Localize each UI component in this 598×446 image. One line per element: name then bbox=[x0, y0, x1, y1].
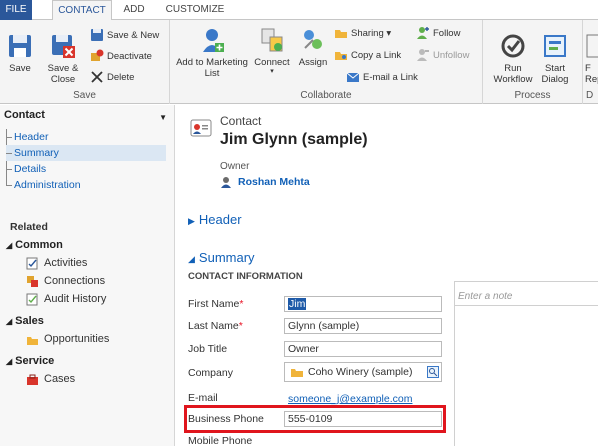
save-group: Save Save & Close Save & New Deactivate … bbox=[0, 20, 170, 104]
tab-add[interactable]: ADD bbox=[116, 0, 152, 20]
email-link-icon bbox=[346, 73, 360, 83]
collapsed-triangle-icon: ▶ bbox=[188, 216, 195, 226]
nav-item-header[interactable]: Header bbox=[6, 129, 166, 145]
run-workflow-button[interactable]: Run Workflow bbox=[493, 24, 533, 85]
company-label: Company bbox=[188, 367, 233, 379]
partial-group-label: D bbox=[586, 90, 594, 101]
nav-item-summary[interactable]: Summary bbox=[6, 145, 166, 161]
save-close-icon bbox=[52, 35, 75, 58]
first-name-label: First Name* bbox=[188, 298, 244, 310]
expand-triangle-icon: ◢ bbox=[6, 241, 13, 250]
mobile-phone-label: Mobile Phone bbox=[188, 435, 253, 446]
collaborate-group-label: Collaborate bbox=[300, 90, 352, 101]
opportunities-icon bbox=[27, 336, 38, 345]
unfollow-button[interactable]: Unfollow bbox=[416, 48, 469, 64]
contact-form: Contact Jim Glynn (sample) Owner Roshan … bbox=[176, 105, 598, 446]
activities-icon bbox=[26, 257, 38, 270]
owner-link[interactable]: Roshan Mehta bbox=[238, 176, 310, 188]
save-new-icon bbox=[91, 29, 103, 42]
save-button[interactable]: Save bbox=[6, 24, 34, 74]
assign-icon bbox=[304, 30, 322, 49]
delete-button[interactable]: Delete bbox=[90, 70, 134, 86]
add-to-marketing-list-button[interactable]: Add to Marketing List bbox=[174, 24, 250, 79]
sharing-button[interactable]: Sharing ▾ bbox=[334, 26, 391, 42]
tab-customize[interactable]: CUSTOMIZE bbox=[160, 0, 230, 20]
related-item-connections[interactable]: Connections bbox=[26, 273, 105, 289]
start-dialog-button[interactable]: Start Dialog bbox=[537, 24, 573, 85]
assign-button[interactable]: Assign bbox=[296, 24, 330, 68]
left-navigation: Contact ▼ Header Summary Details Adminis… bbox=[0, 105, 175, 446]
related-item-audit-history[interactable]: Audit History bbox=[26, 291, 106, 307]
save-icon bbox=[9, 35, 31, 57]
chevron-down-icon: ▼ bbox=[159, 113, 167, 122]
follow-button[interactable]: Follow bbox=[416, 26, 460, 42]
deactivate-button[interactable]: Deactivate bbox=[90, 49, 152, 65]
user-icon bbox=[221, 177, 231, 188]
related-group-service[interactable]: ◢ Service bbox=[6, 355, 54, 367]
audit-history-icon bbox=[26, 293, 38, 306]
nav-item-administration[interactable]: Administration bbox=[6, 177, 166, 193]
expand-triangle-icon: ◢ bbox=[6, 357, 13, 366]
copy-link-button[interactable]: Copy a Link bbox=[334, 48, 401, 64]
start-dialog-icon bbox=[544, 35, 566, 57]
contact-card-icon bbox=[190, 119, 212, 137]
save-and-new-button[interactable]: Save & New bbox=[90, 28, 159, 44]
company-lookup[interactable]: Coho Winery (sample) bbox=[284, 362, 442, 382]
tab-file[interactable]: FILE bbox=[0, 0, 32, 20]
section-summary-toggle[interactable]: ◢ Summary bbox=[188, 250, 255, 265]
related-item-activities[interactable]: Activities bbox=[26, 255, 87, 271]
lookup-search-icon[interactable] bbox=[427, 366, 439, 378]
contact-information-heading: CONTACT INFORMATION bbox=[188, 271, 303, 282]
process-group: Run Workflow Start Dialog Process bbox=[483, 20, 583, 104]
entity-type-label: Contact bbox=[220, 114, 262, 128]
save-group-label: Save bbox=[73, 90, 96, 101]
marketing-list-icon bbox=[203, 29, 224, 52]
related-heading: Related bbox=[10, 221, 48, 233]
highlight-annotation-box bbox=[184, 405, 446, 433]
related-item-opportunities[interactable]: Opportunities bbox=[26, 331, 109, 347]
last-name-label: Last Name* bbox=[188, 320, 243, 332]
unfollow-icon bbox=[417, 49, 429, 62]
job-title-label: Job Title bbox=[188, 343, 228, 355]
related-group-sales[interactable]: ◢ Sales bbox=[6, 315, 44, 327]
copy-link-icon bbox=[335, 52, 347, 61]
sharing-icon bbox=[335, 30, 347, 39]
cases-icon bbox=[27, 374, 38, 385]
process-group-label: Process bbox=[514, 90, 551, 101]
report-icon bbox=[586, 34, 598, 58]
delete-icon bbox=[91, 71, 103, 84]
ribbon: Save Save & Close Save & New Deactivate … bbox=[0, 20, 598, 104]
partial-group: F Rep D bbox=[583, 20, 598, 104]
partial-report-button[interactable]: F Rep bbox=[585, 24, 598, 85]
account-icon bbox=[291, 369, 303, 378]
related-item-cases[interactable]: Cases bbox=[26, 371, 75, 387]
email-link-button[interactable]: E-mail a Link bbox=[346, 70, 418, 86]
connect-button[interactable]: Connect ▾ bbox=[252, 24, 292, 75]
collaborate-group: Add to Marketing List Connect ▾ Assign S… bbox=[170, 20, 483, 104]
connect-icon bbox=[261, 28, 283, 52]
last-name-input[interactable]: Glynn (sample) bbox=[284, 318, 442, 334]
save-and-close-button[interactable]: Save & Close bbox=[46, 24, 80, 85]
form-section-selector[interactable]: Contact ▼ bbox=[4, 109, 171, 127]
record-title: Jim Glynn (sample) bbox=[220, 131, 368, 148]
follow-icon bbox=[417, 27, 429, 40]
form-section-tree: Header Summary Details Administration bbox=[6, 129, 166, 193]
nav-item-details[interactable]: Details bbox=[6, 161, 166, 177]
expand-triangle-icon: ◢ bbox=[6, 317, 13, 326]
ribbon-tab-bar: FILE CONTACT ADD CUSTOMIZE bbox=[0, 0, 598, 21]
owner-label: Owner bbox=[220, 161, 250, 172]
connections-icon bbox=[27, 275, 38, 287]
deactivate-icon bbox=[91, 49, 104, 62]
section-header-toggle[interactable]: ▶ Header bbox=[188, 212, 242, 227]
note-input[interactable]: Enter a note bbox=[454, 288, 598, 306]
first-name-input[interactable]: Jim bbox=[284, 296, 442, 312]
tab-contact[interactable]: CONTACT bbox=[52, 0, 112, 21]
expanded-triangle-icon: ◢ bbox=[188, 254, 195, 264]
job-title-input[interactable]: Owner bbox=[284, 341, 442, 357]
run-workflow-icon bbox=[501, 34, 525, 58]
related-group-common[interactable]: ◢ Common bbox=[6, 239, 63, 251]
